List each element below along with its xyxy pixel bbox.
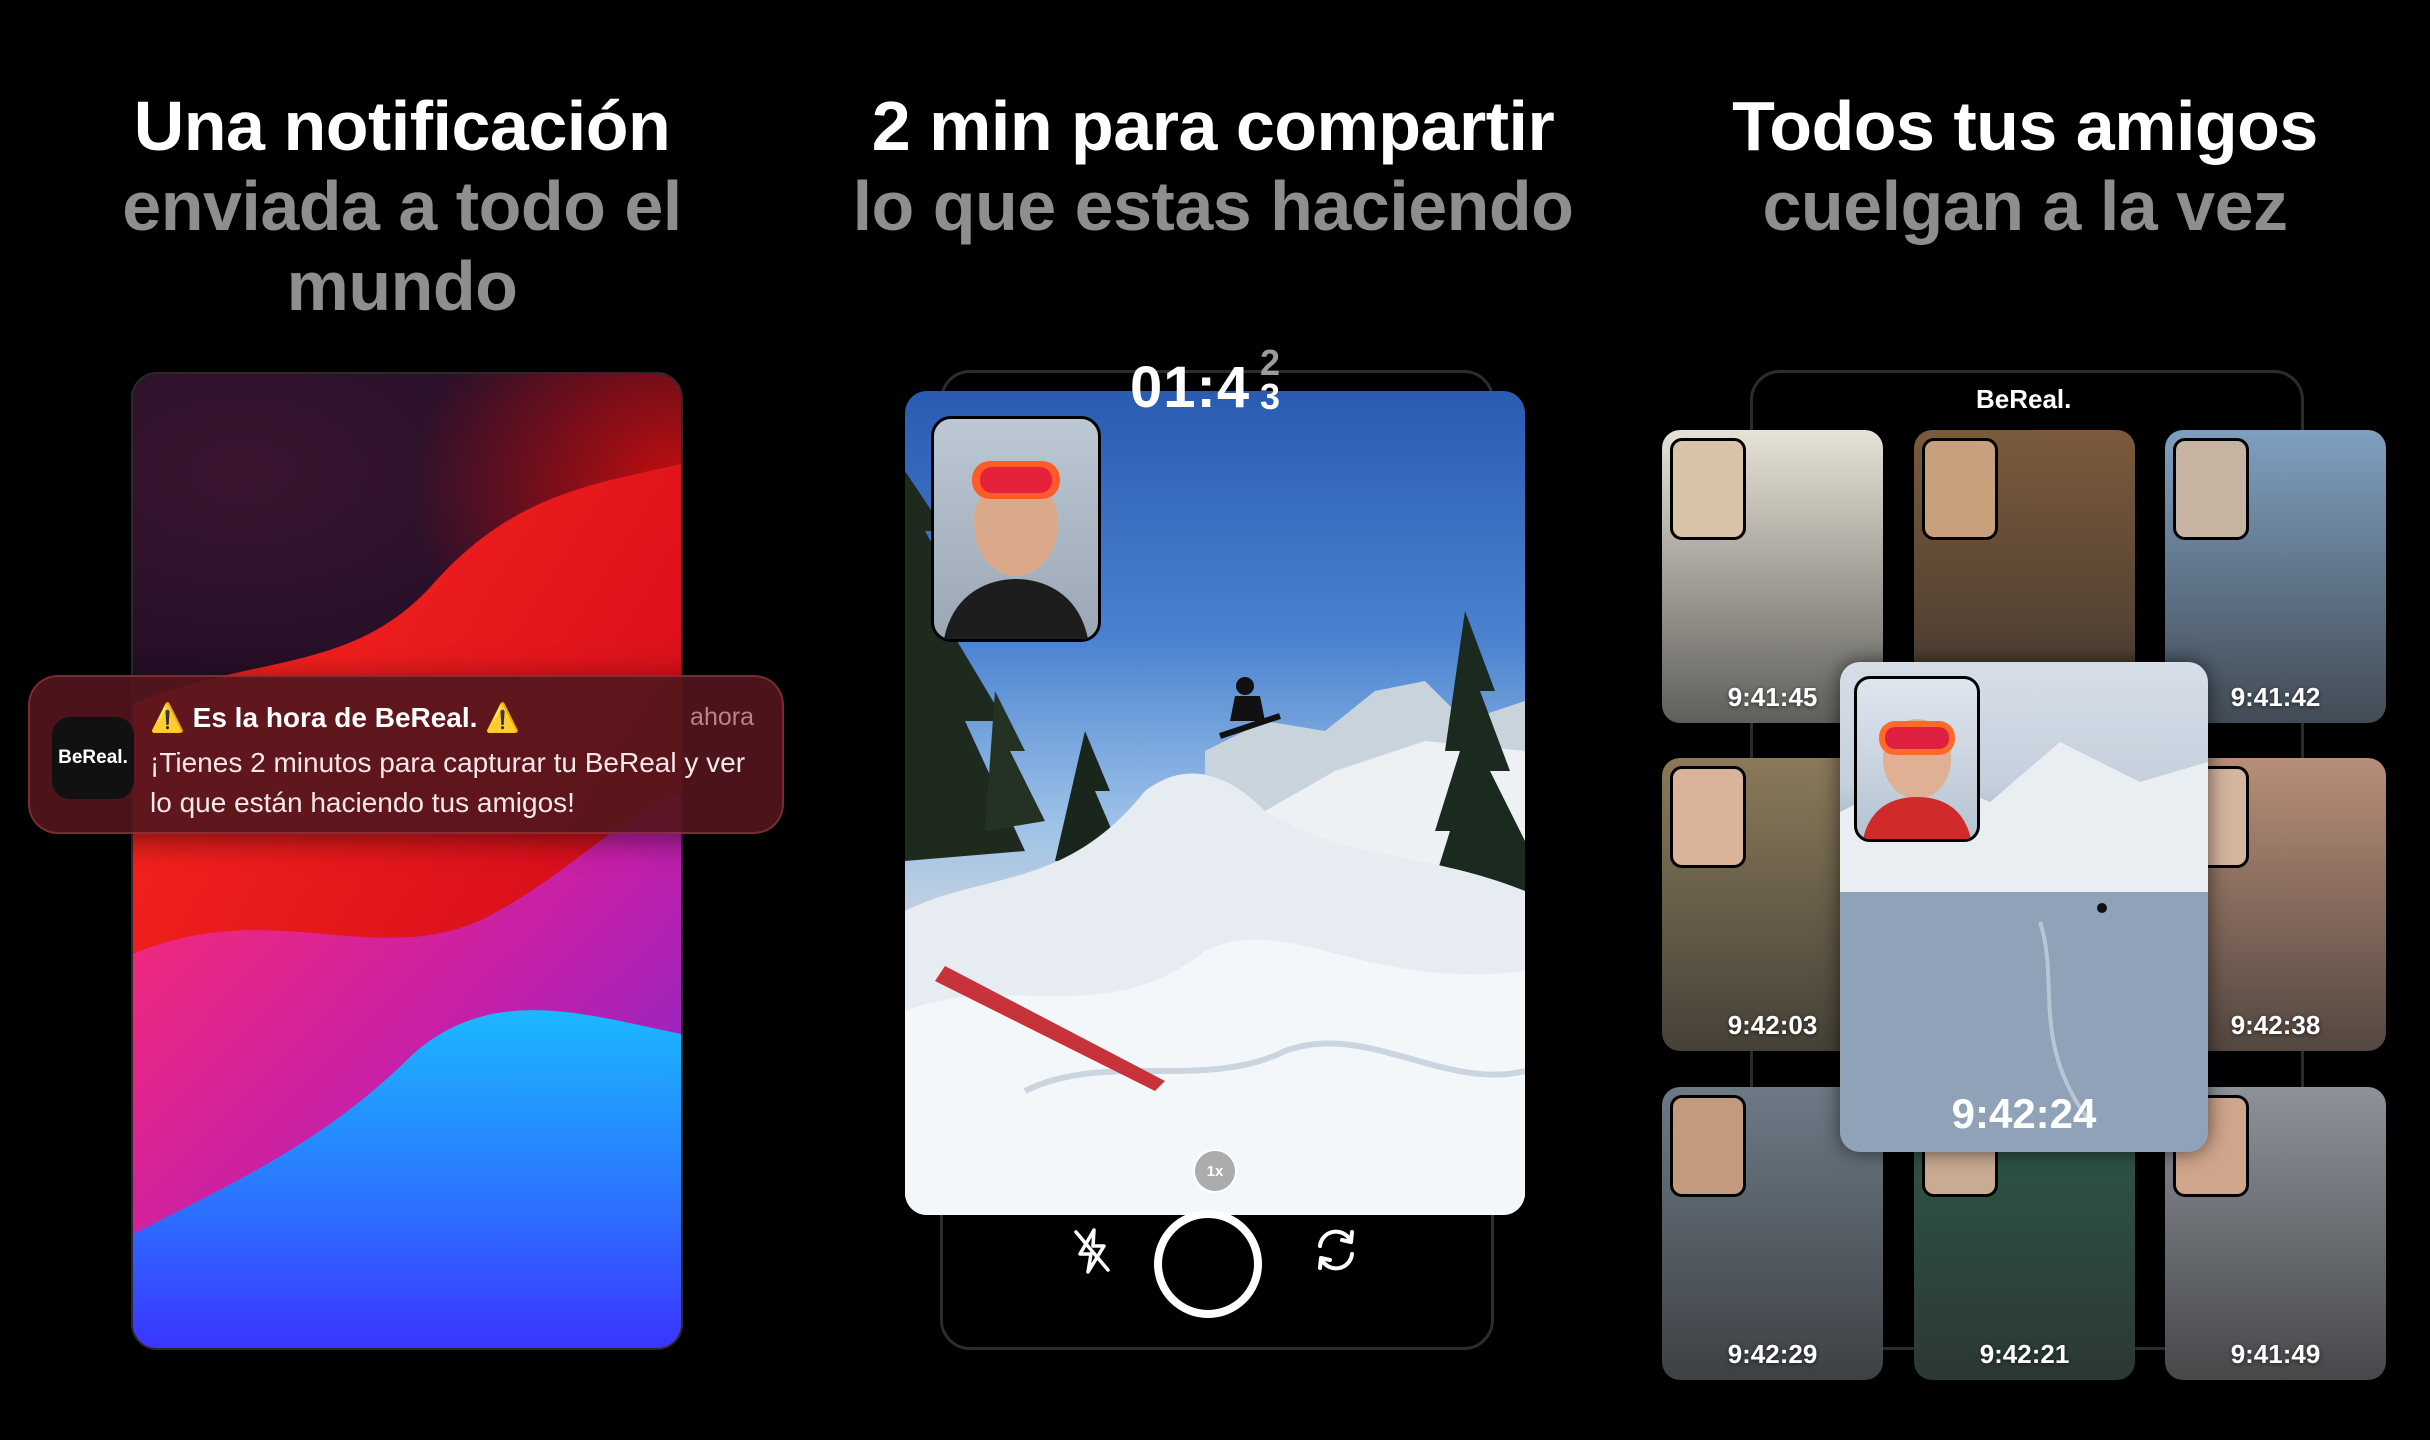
selfie-mini (1854, 676, 1980, 842)
selfie-mini (1670, 766, 1746, 868)
warning-icon: ⚠️ (150, 702, 185, 733)
selfie-mini (1670, 438, 1746, 540)
selfie-thumbnail[interactable] (931, 416, 1101, 642)
headline-timer: 2 min para compartir lo que estas hacien… (833, 86, 1593, 246)
countdown-timer: 01:4 2 3 (1130, 345, 1280, 421)
headline-line2: lo que estas haciendo (852, 167, 1574, 245)
headline-line1: 2 min para compartir (871, 87, 1555, 165)
timer-digit-roll: 2 3 (1260, 342, 1282, 417)
selfie-mini (1922, 438, 1998, 540)
warning-icon: ⚠️ (485, 702, 521, 733)
timer-digit-next: 3 (1260, 376, 1282, 417)
headline-line2: cuelgan a la vez (1762, 167, 2288, 245)
lockscreen-wallpaper (131, 372, 683, 1350)
bereal-app-icon: BeReal. (52, 717, 134, 799)
bereal-logo: BeReal. (1976, 384, 2072, 414)
notification-body: ¡Tienes 2 minutos para capturar tu BeRea… (150, 747, 746, 818)
headline-notification: Una notificación enviada a todo el mundo (22, 86, 782, 326)
headline-line1: Una notificación (133, 87, 671, 165)
featured-time: 9:42:24 (1951, 1090, 2097, 1137)
timer-digit-prev: 2 (1260, 342, 1282, 383)
app-store-screenshots: Una notificación enviada a todo el mundo… (0, 0, 2430, 1440)
notification-time: ahora (690, 703, 754, 731)
shutter-button[interactable] (1154, 1210, 1262, 1318)
tile-time: 9:42:21 (1979, 1339, 2070, 1369)
zoom-button[interactable]: 1x (1193, 1149, 1237, 1193)
notification-title-text: Es la hora de BeReal. (192, 702, 478, 733)
headline-line2: enviada a todo el mundo (122, 167, 682, 325)
headline-friends: Todos tus amigos cuelgan a la vez (1645, 86, 2405, 246)
featured-bereal[interactable]: 9:42:24 (1840, 662, 2208, 1152)
flip-camera-icon[interactable] (1310, 1224, 1362, 1276)
push-notification[interactable]: BeReal. ⚠️ Es la hora de BeReal. ⚠️ ahor… (28, 675, 784, 834)
flash-off-icon[interactable] (1070, 1226, 1114, 1276)
selfie-mini (1670, 1095, 1746, 1197)
notification-title: ⚠️ Es la hora de BeReal. ⚠️ (150, 701, 520, 734)
tile-time: 9:41:49 (2230, 1339, 2321, 1369)
timer-prefix: 01:4 (1130, 355, 1251, 420)
selfie-mini (2173, 438, 2249, 540)
headline-line1: Todos tus amigos (1732, 87, 2318, 165)
tile-time: 9:42:29 (1727, 1339, 1818, 1369)
